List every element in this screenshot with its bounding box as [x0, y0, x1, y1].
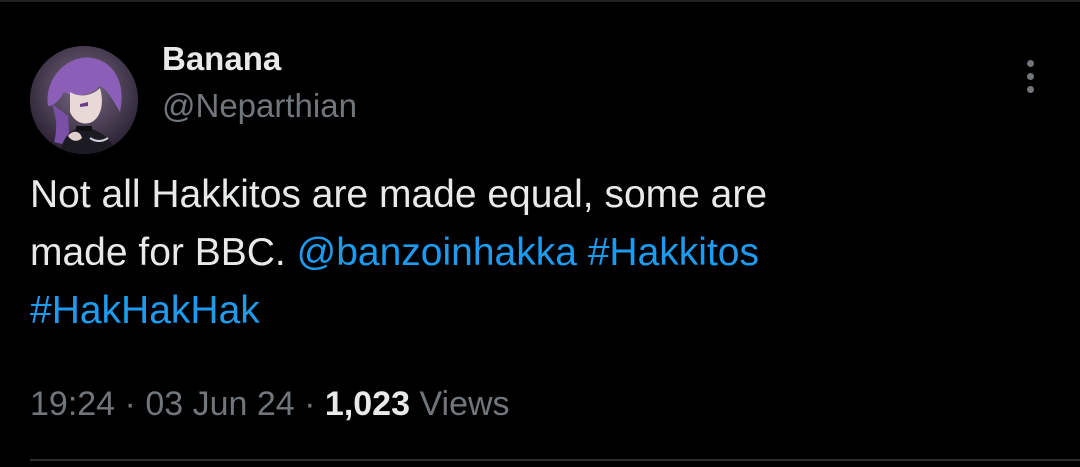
- mention-link[interactable]: @banzoinhakka: [297, 231, 577, 274]
- hashtag-link[interactable]: #HakHakHak: [30, 289, 260, 332]
- views-count: 1,023: [324, 385, 411, 423]
- more-options-button[interactable]: [1012, 54, 1048, 98]
- views-label: Views: [419, 385, 510, 423]
- tweet-text: Not all Hakkitos are made equal, some ar…: [30, 166, 1050, 340]
- hashtag-link[interactable]: #Hakkitos: [588, 231, 759, 274]
- author-display-name[interactable]: Banana: [162, 40, 281, 78]
- tweet-text-segment: made for BBC.: [30, 231, 297, 274]
- avatar[interactable]: [30, 46, 138, 154]
- timestamp-time[interactable]: 19:24: [30, 385, 115, 423]
- bottom-divider: [30, 459, 1080, 461]
- tweet-line: made for BBC. @banzoinhakka #Hakkitos: [30, 224, 1050, 282]
- tweet-line: #HakHakHak: [30, 282, 1050, 340]
- more-vertical-icon: [1027, 86, 1034, 93]
- meta-separator: ·: [124, 385, 136, 423]
- tweet-line: Not all Hakkitos are made equal, some ar…: [30, 173, 768, 216]
- author-handle[interactable]: @Neparthian: [162, 86, 357, 126]
- timestamp-date[interactable]: 03 Jun 24: [145, 385, 294, 423]
- more-vertical-icon: [1027, 60, 1034, 67]
- avatar-image: [30, 46, 138, 154]
- meta-separator: ·: [304, 385, 316, 423]
- tweet-meta: 19:24 · 03 Jun 24 · 1,023 Views: [30, 382, 510, 426]
- top-divider: [0, 0, 1080, 2]
- more-vertical-icon: [1027, 73, 1034, 80]
